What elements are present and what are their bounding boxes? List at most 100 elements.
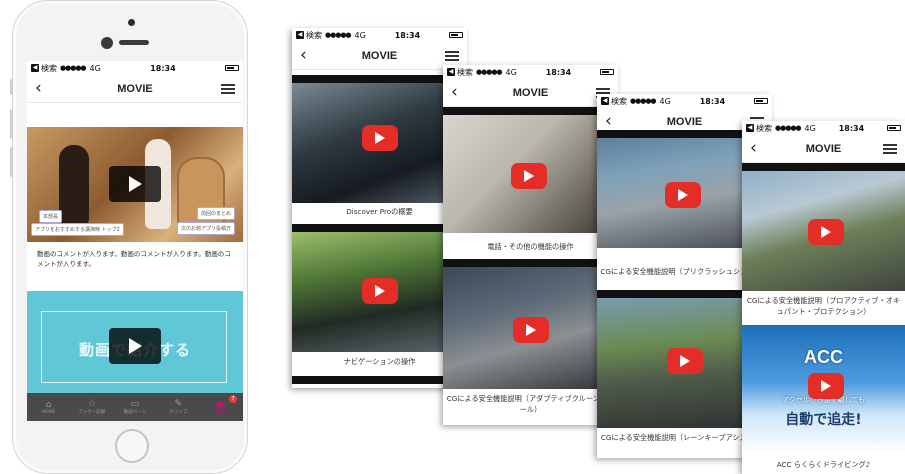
nav-bar: ‹ MOVIE <box>27 75 243 103</box>
tab-clips[interactable]: ✎ クリップ <box>157 393 200 421</box>
video-caption: ナビゲーションの操作 <box>343 357 416 366</box>
back-icon[interactable]: ‹ <box>605 111 612 131</box>
page-title: MOVIE <box>361 49 398 62</box>
video-thumbnail[interactable] <box>292 83 467 203</box>
hamburger-menu-icon[interactable] <box>883 144 897 154</box>
play-icon <box>678 189 688 201</box>
video-thumbnail[interactable] <box>292 232 467 352</box>
video-thumbnail[interactable] <box>443 115 618 233</box>
notification-badge: 7 <box>229 395 238 403</box>
play-button[interactable] <box>511 163 547 189</box>
screenshot-card-4: ◀ 検索 ●●●●● 4G 18:34 ‹ MOVIE CGによる安全機能説明（… <box>742 121 905 474</box>
video-banner[interactable]: 動画で紹介する <box>27 291 243 401</box>
back-icon[interactable]: ‹ <box>35 78 42 98</box>
play-button[interactable] <box>667 348 703 374</box>
play-button[interactable] <box>808 373 844 399</box>
signal-icon: ●●●●● <box>775 124 802 132</box>
play-button[interactable] <box>109 328 161 364</box>
caption-tag: 次のお題アプリ投稿方 <box>177 222 236 235</box>
video-caption: Discover Proの概要 <box>346 207 413 216</box>
play-icon <box>526 324 536 336</box>
status-bar: ◀ 検索 ●●●●● 4G 18:34 <box>597 94 772 108</box>
video-comment: 動画のコメントが入ります。動画のコメントが入ります。動画のコメントが入ります。 <box>37 250 231 268</box>
battery-icon <box>225 65 239 71</box>
home-button[interactable] <box>115 429 149 463</box>
status-bar: ◀ 検索 ●●●●● 4G 18:34 <box>27 61 243 75</box>
proximity-sensor <box>101 37 113 49</box>
video-caption: CGによる安全機能説明（プロアクティブ・オキュパント・プロテクション） <box>746 296 901 316</box>
play-icon <box>821 380 831 392</box>
iphone-mockup: ◀ 検索 ●●●●● 4G 18:34 ‹ MOVIE 本部長 アプリをおすすめ… <box>10 0 248 474</box>
earpiece-speaker <box>119 40 149 45</box>
volume-down-button <box>10 147 13 177</box>
tab-label: MOVIE <box>214 409 229 415</box>
back-icon[interactable]: ‹ <box>750 138 757 158</box>
hamburger-menu-icon[interactable] <box>445 51 459 61</box>
caption-tag: 本部長 <box>39 210 63 223</box>
tab-pages[interactable]: ▭ 動画ページ <box>113 393 156 421</box>
tab-home[interactable]: ⌂ HOME <box>27 393 70 421</box>
carrier-label: 検索 <box>756 123 772 133</box>
divider <box>742 163 905 171</box>
video-caption: CGによる安全機能説明（アダプティブクルーントロール） <box>446 394 615 414</box>
video-thumbnail[interactable] <box>742 171 905 291</box>
back-icon[interactable]: ‹ <box>300 45 307 65</box>
divider <box>443 107 618 115</box>
status-bar: ◀ 検索 ●●●●● 4G 18:34 <box>292 28 467 42</box>
nav-bar: ‹ MOVIE <box>443 79 618 107</box>
play-button[interactable] <box>109 166 161 202</box>
featured-video[interactable]: 本部長 アプリをおすすめする講演時 トップ2 前回のまとめ 次のお題アプリ投稿方 <box>27 127 243 242</box>
status-bar: ◀ 検索 ●●●●● 4G 18:34 <box>443 65 618 79</box>
page-title: MOVIE <box>117 82 153 95</box>
back-icon[interactable]: ‹ <box>451 82 458 102</box>
clip-icon: ✎ <box>174 399 182 409</box>
clock: 18:34 <box>838 123 865 133</box>
page-title: MOVIE <box>805 142 842 155</box>
divider <box>443 259 618 267</box>
screenshot-card-2: ◀ 検索 ●●●●● 4G 18:34 ‹ MOVIE 電話・その他の機能の操作… <box>443 65 618 425</box>
video-thumbnail[interactable] <box>443 267 618 389</box>
tab-bookmarks[interactable]: ☆ ブックー記録 <box>70 393 113 421</box>
caption-tag: 前回のまとめ <box>197 207 236 220</box>
status-bar: ◀ 検索 ●●●●● 4G 18:34 <box>742 121 905 135</box>
signal-icon: ●●●●● <box>325 31 352 39</box>
carrier-label: 検索 <box>611 96 627 106</box>
signal-icon: ●●●●● <box>476 68 503 76</box>
screenshot-card-1: ◀ 検索 ●●●●● 4G 18:34 ‹ MOVIE Discover Pro… <box>292 28 467 388</box>
play-button[interactable] <box>665 182 701 208</box>
play-button[interactable] <box>513 317 549 343</box>
divider <box>292 224 467 232</box>
play-icon <box>821 226 831 238</box>
caption-tag: アプリをおすすめする講演時 トップ2 <box>31 223 124 236</box>
play-icon <box>128 176 142 192</box>
battery-icon <box>600 69 614 75</box>
movie-icon: ▶ <box>217 399 225 410</box>
video-caption: 電話・その他の機能の操作 <box>487 242 574 251</box>
star-icon: ☆ <box>87 399 96 409</box>
video-thumbnail[interactable]: ACC アクセルから足を離しても 自動で追走! YouTube <box>742 325 905 453</box>
clock: 18:34 <box>545 67 572 77</box>
page-title: MOVIE <box>512 86 549 99</box>
tab-label: 動画ページ <box>123 410 147 415</box>
battery-icon <box>887 125 901 131</box>
hamburger-menu-icon[interactable] <box>221 84 235 94</box>
acc-title: ACC <box>804 347 843 367</box>
app-badge-icon: ◀ <box>746 124 754 132</box>
play-button[interactable] <box>808 219 844 245</box>
home-icon: ⌂ <box>45 399 52 410</box>
clock: 18:34 <box>150 63 176 73</box>
play-button[interactable] <box>362 278 398 304</box>
carrier-label: 検索 <box>457 67 473 77</box>
mute-switch <box>10 79 13 95</box>
battery-icon <box>449 32 463 38</box>
play-icon <box>375 132 385 144</box>
carrier-label: 検索 <box>306 30 322 40</box>
tab-movie[interactable]: ▶ MOVIE 7 <box>200 393 243 421</box>
app-badge-icon: ◀ <box>296 31 304 39</box>
youtube-logo: YouTube <box>863 440 901 450</box>
tab-label: HOME <box>41 409 56 415</box>
tab-bar: ⌂ HOME ☆ ブックー記録 ▭ 動画ページ ✎ クリップ ▶ MOVIE 7 <box>27 393 243 421</box>
play-button[interactable] <box>362 125 398 151</box>
video-caption: ACC らくらくドライビング♪ <box>776 460 871 469</box>
play-icon <box>524 170 534 182</box>
